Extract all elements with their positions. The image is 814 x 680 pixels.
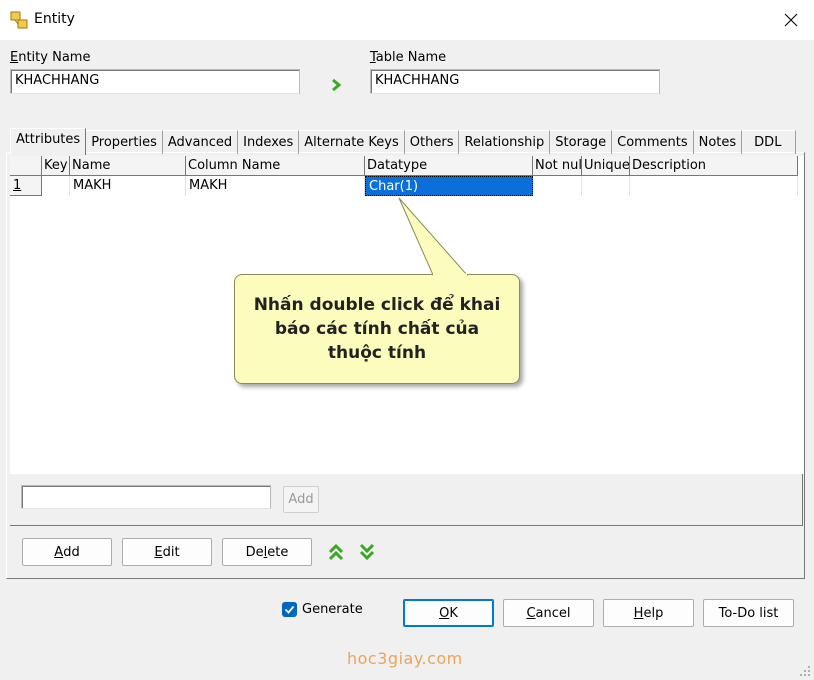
- resize-grip-icon[interactable]: [799, 665, 811, 677]
- quick-add-input[interactable]: [21, 485, 271, 509]
- cell-not-null[interactable]: [533, 176, 582, 196]
- entity-name-input[interactable]: KHACHHANG: [10, 69, 300, 94]
- column-header-not-null[interactable]: Not nul: [533, 156, 582, 176]
- cell-key[interactable]: [42, 176, 70, 196]
- grid-corner: [10, 156, 42, 176]
- column-header-column-name[interactable]: Column Name: [186, 156, 365, 176]
- cell-description[interactable]: [630, 176, 798, 196]
- cell-datatype[interactable]: Char(1): [365, 176, 533, 196]
- tab-storage[interactable]: Storage: [550, 130, 613, 154]
- row-number[interactable]: 1: [10, 176, 42, 196]
- tab-others[interactable]: Others: [404, 130, 460, 154]
- column-header-key[interactable]: Key: [42, 156, 70, 176]
- tab-notes[interactable]: Notes: [693, 130, 743, 154]
- table-row[interactable]: 1 MAKH MAKH Char(1): [10, 176, 798, 196]
- title-bar: Entity: [0, 0, 814, 40]
- tab-comments[interactable]: Comments: [612, 130, 694, 154]
- tab-attributes[interactable]: Attributes: [10, 128, 87, 155]
- move-up-icon[interactable]: [327, 543, 345, 561]
- tab-indexes[interactable]: Indexes: [238, 130, 300, 154]
- cell-name[interactable]: MAKH: [70, 176, 186, 196]
- column-header-datatype[interactable]: Datatype: [365, 156, 533, 176]
- cell-column-name[interactable]: MAKH: [186, 176, 365, 196]
- edit-button[interactable]: Edit: [122, 538, 212, 566]
- ok-button[interactable]: OK: [403, 599, 494, 627]
- generate-label: Generate: [302, 602, 363, 617]
- cell-unique[interactable]: [582, 176, 630, 196]
- table-name-input[interactable]: KHACHHANG: [370, 69, 660, 94]
- column-header-description[interactable]: Description: [630, 156, 798, 176]
- grid-header: Key Name Column Name Datatype Not nul Un…: [10, 156, 800, 176]
- tab-strip: Attributes Properties Advanced Indexes A…: [10, 128, 797, 155]
- close-button[interactable]: [768, 0, 814, 40]
- checkmark-icon: [284, 605, 295, 614]
- tab-alternate-keys[interactable]: Alternate Keys: [299, 130, 405, 154]
- todo-list-button[interactable]: To-Do list: [703, 599, 794, 627]
- delete-button[interactable]: De l ete: [222, 538, 312, 566]
- close-icon: [784, 13, 798, 27]
- entity-name-label: Entity Name: [10, 50, 91, 65]
- callout-tooltip: Nhấn double click để khai báo các tính c…: [234, 274, 520, 384]
- quick-add-button[interactable]: Add: [283, 486, 319, 513]
- sync-arrow-icon[interactable]: [330, 78, 342, 92]
- tab-relationship[interactable]: Relationship: [459, 130, 551, 154]
- watermark: hoc3giay.com: [347, 649, 463, 668]
- table-name-label: Table Name: [370, 50, 447, 65]
- move-down-icon[interactable]: [358, 543, 376, 561]
- cancel-button[interactable]: Cancel: [503, 599, 594, 627]
- window-title: Entity: [34, 11, 75, 27]
- tab-advanced[interactable]: Advanced: [162, 130, 239, 154]
- column-header-unique[interactable]: Unique: [582, 156, 630, 176]
- tab-properties[interactable]: Properties: [86, 130, 163, 154]
- column-header-name[interactable]: Name: [70, 156, 186, 176]
- help-button[interactable]: Help: [603, 599, 694, 627]
- entity-app-icon: [10, 11, 28, 29]
- tab-ddl[interactable]: DDL: [742, 130, 797, 154]
- generate-checkbox[interactable]: [282, 602, 297, 617]
- callout-tail: [398, 197, 469, 277]
- add-button[interactable]: Add: [22, 538, 112, 566]
